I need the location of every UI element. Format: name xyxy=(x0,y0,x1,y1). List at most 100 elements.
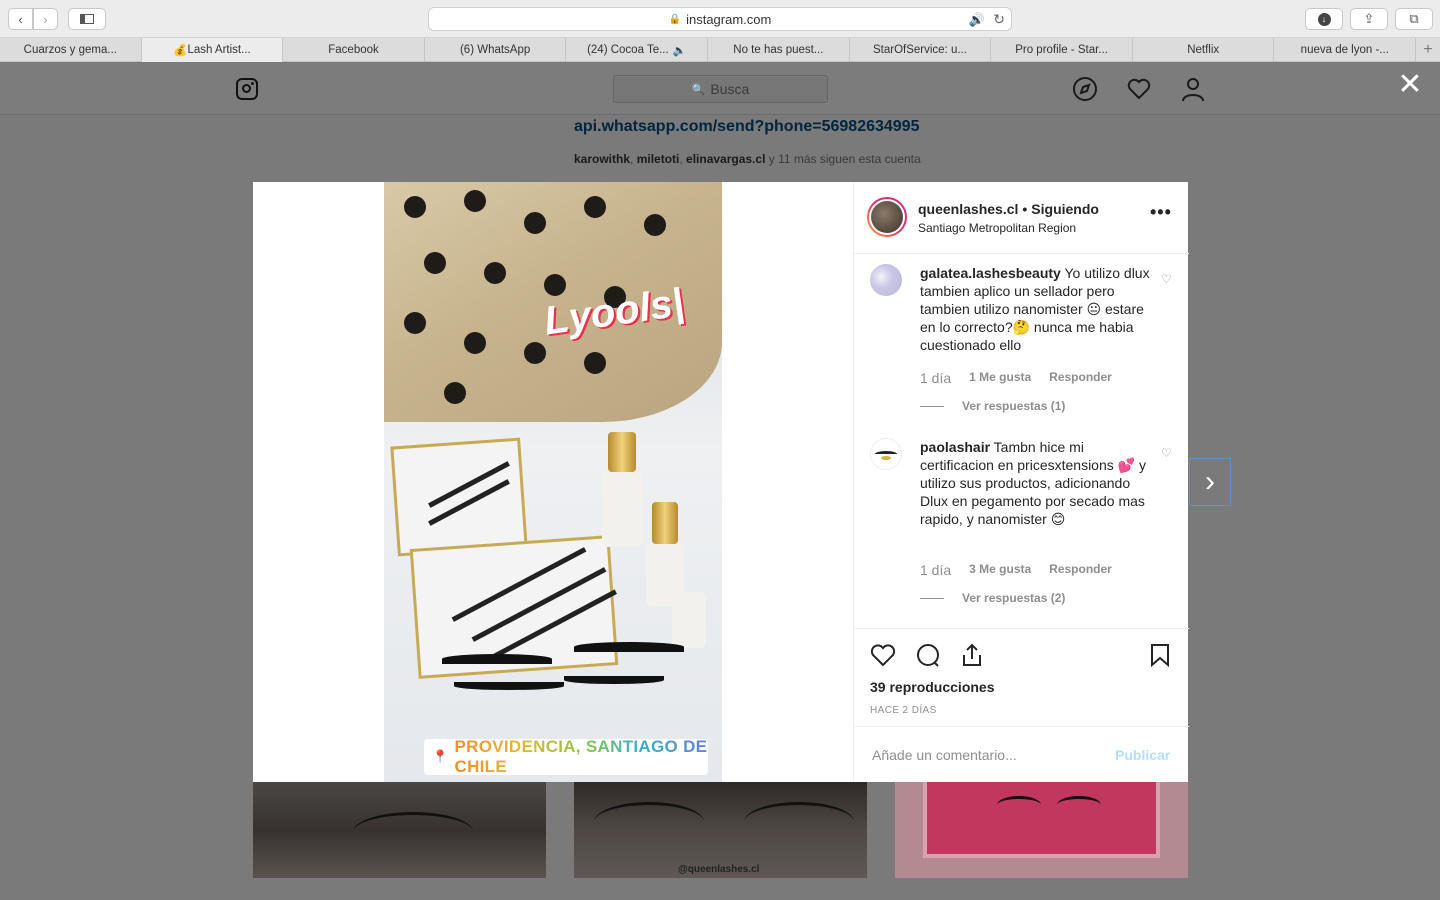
browser-toolbar: ‹ › 🔒 instagram.com 🔊 ↻ ↓ ⇪ ⧉ xyxy=(0,0,1440,38)
author-username[interactable]: queenlashes.cl xyxy=(918,201,1018,217)
lash-shape xyxy=(353,812,473,852)
comment-like-heart-icon[interactable]: ♡ xyxy=(1161,446,1172,460)
grid-post-thumbnail[interactable]: @queenlashes.cl xyxy=(574,782,867,878)
publish-button[interactable]: Publicar xyxy=(1115,747,1170,763)
grid-post-thumbnail[interactable] xyxy=(895,782,1188,878)
tab-overview-button[interactable]: ⧉ xyxy=(1395,8,1433,30)
grid-post-thumbnail[interactable] xyxy=(253,782,546,878)
comment-like-heart-icon[interactable]: ♡ xyxy=(1161,272,1172,286)
search-input[interactable]: 🔍 Busca xyxy=(613,75,828,103)
author-avatar[interactable] xyxy=(867,197,907,237)
tab-cocoa[interactable]: (24) Cocoa Te... 🔈 xyxy=(566,38,709,62)
tabs-icon: ⧉ xyxy=(1409,11,1419,26)
tab-label: StarOfService: u... xyxy=(872,44,967,56)
lash-tray xyxy=(390,437,528,557)
comment-text-block: paolashair Tambn hice mi certificacion e… xyxy=(920,438,1152,528)
reply-button[interactable]: Responder xyxy=(1049,370,1112,386)
followers-suffix: y 11 más siguen esta cuenta xyxy=(768,152,921,166)
post-location[interactable]: Santiago Metropolitan Region xyxy=(918,221,1076,235)
tab-cuarzos[interactable]: Cuarzos y gema... xyxy=(0,38,142,62)
author-line: queenlashes.cl • Siguiendo xyxy=(918,201,1099,217)
view-replies-button[interactable]: Ver respuestas (1) xyxy=(920,399,1065,413)
comment-age[interactable]: 1 día xyxy=(920,370,951,386)
follower-name[interactable]: elinavargas.cl xyxy=(686,152,765,166)
download-icon: ↓ xyxy=(1317,12,1331,26)
share-icon[interactable] xyxy=(959,643,985,672)
comment-likes[interactable]: 1 Me gusta xyxy=(969,370,1031,386)
tab-label: Facebook xyxy=(328,44,379,56)
post-header: queenlashes.cl • Siguiendo Santiago Metrop… xyxy=(854,182,1189,254)
comment-text-block: galatea.lashesbeauty Yo utilizo dlux tam… xyxy=(920,264,1152,354)
sidebar-toggle-button[interactable] xyxy=(68,8,106,30)
tab-label: Pro profile - Star... xyxy=(1015,44,1108,56)
tab-label: (24) Cocoa Te... xyxy=(587,44,669,56)
profile-website-link[interactable]: api.whatsapp.com/send?phone=56982634995 xyxy=(574,118,919,136)
tab-no-te-has[interactable]: No te has puest... xyxy=(708,38,850,62)
glue-bottle xyxy=(672,592,706,648)
follower-name[interactable]: karowithk xyxy=(574,152,630,166)
follow-state-button[interactable]: Siguiendo xyxy=(1031,201,1099,217)
next-post-chevron-icon[interactable]: › xyxy=(1189,458,1231,506)
sidebar-icon xyxy=(80,14,94,24)
post-timestamp[interactable]: HACE 2 DÍAS xyxy=(870,705,937,716)
back-button[interactable]: ‹ xyxy=(8,8,33,30)
close-modal-icon[interactable]: ✕ xyxy=(1396,70,1424,100)
reply-button[interactable]: Responder xyxy=(1049,562,1112,578)
comment-bubble-icon[interactable] xyxy=(915,643,941,672)
brow-drawing xyxy=(574,642,684,652)
post-media[interactable]: Lyools| 📍 PROVIDENCIA, SANTIAGO DE CHILE xyxy=(253,182,853,782)
tab-lash-artist[interactable]: 💰 Lash Artist... xyxy=(141,38,284,62)
post-video[interactable]: Lyools| 📍 PROVIDENCIA, SANTIAGO DE CHILE xyxy=(384,182,722,782)
tab-nueva-de-lyon[interactable]: nueva de lyon -... xyxy=(1274,38,1417,62)
tab-netflix[interactable]: Netflix xyxy=(1133,38,1275,62)
explore-compass-icon[interactable] xyxy=(1072,76,1098,102)
search-placeholder: Busca xyxy=(710,81,750,97)
reload-icon[interactable]: ↻ xyxy=(993,11,1005,28)
commenter-avatar[interactable] xyxy=(870,438,902,470)
forward-button[interactable]: › xyxy=(33,8,58,30)
pink-panel xyxy=(923,782,1160,858)
brow-drawing xyxy=(442,654,552,664)
post-sidebar: queenlashes.cl • Siguiendo Santiago Metrop… xyxy=(853,182,1189,782)
money-bag-icon: 💰 xyxy=(173,45,188,57)
tab-starofservice[interactable]: StarOfService: u... xyxy=(850,38,992,62)
share-button[interactable]: ⇪ xyxy=(1350,8,1388,30)
tab-label: Lash Artist... xyxy=(187,44,251,56)
tab-facebook[interactable]: Facebook xyxy=(283,38,425,62)
post-modal: Lyools| 📍 PROVIDENCIA, SANTIAGO DE CHILE xyxy=(253,182,1189,782)
save-bookmark-icon[interactable] xyxy=(1149,643,1171,672)
tab-whatsapp[interactable]: (6) WhatsApp xyxy=(425,38,567,62)
profile-icon[interactable] xyxy=(1180,76,1206,102)
more-options-icon[interactable]: ••• xyxy=(1150,202,1172,223)
commenter-username[interactable]: galatea.lashesbeauty xyxy=(920,265,1061,281)
address-bar[interactable]: 🔒 instagram.com 🔊 ↻ xyxy=(428,7,1012,31)
comment-likes[interactable]: 3 Me gusta xyxy=(969,562,1031,578)
instagram-nav: 🔍 Busca xyxy=(0,63,1440,115)
commenter-username[interactable]: paolashair xyxy=(920,439,990,455)
follower-name[interactable]: miletoti xyxy=(637,152,680,166)
like-heart-icon[interactable] xyxy=(870,643,896,672)
lash-shape xyxy=(997,796,1041,814)
lock-icon: 🔒 xyxy=(668,13,682,25)
speaker-icon[interactable]: 🔊 xyxy=(969,12,985,28)
downloads-button[interactable]: ↓ xyxy=(1305,8,1343,30)
view-replies-button[interactable]: Ver respuestas (2) xyxy=(920,591,1065,605)
share-icon: ⇪ xyxy=(1363,11,1375,26)
comment-age[interactable]: 1 día xyxy=(920,562,951,578)
tab-label: No te has puest... xyxy=(733,44,824,56)
instagram-logo-icon[interactable] xyxy=(236,78,258,100)
location-sticker-text: PROVIDENCIA, SANTIAGO DE CHILE xyxy=(454,737,708,776)
eye-drawing xyxy=(454,682,564,690)
lash-shape xyxy=(744,802,854,842)
new-tab-button[interactable]: + xyxy=(1416,38,1440,62)
tab-pro-profile[interactable]: Pro profile - Star... xyxy=(991,38,1133,62)
audio-icon[interactable]: 🔈 xyxy=(673,44,687,57)
comment-input[interactable]: Añade un comentario... xyxy=(872,747,1017,763)
comment-meta: 1 día 1 Me gusta Responder xyxy=(920,370,1130,386)
activity-heart-icon[interactable] xyxy=(1126,76,1152,102)
glue-bottle xyxy=(602,467,642,547)
commenter-avatar[interactable] xyxy=(870,264,902,296)
eye-drawing xyxy=(564,676,664,684)
location-sticker: 📍 PROVIDENCIA, SANTIAGO DE CHILE xyxy=(424,737,708,776)
view-count[interactable]: 39 reproducciones xyxy=(870,679,995,695)
